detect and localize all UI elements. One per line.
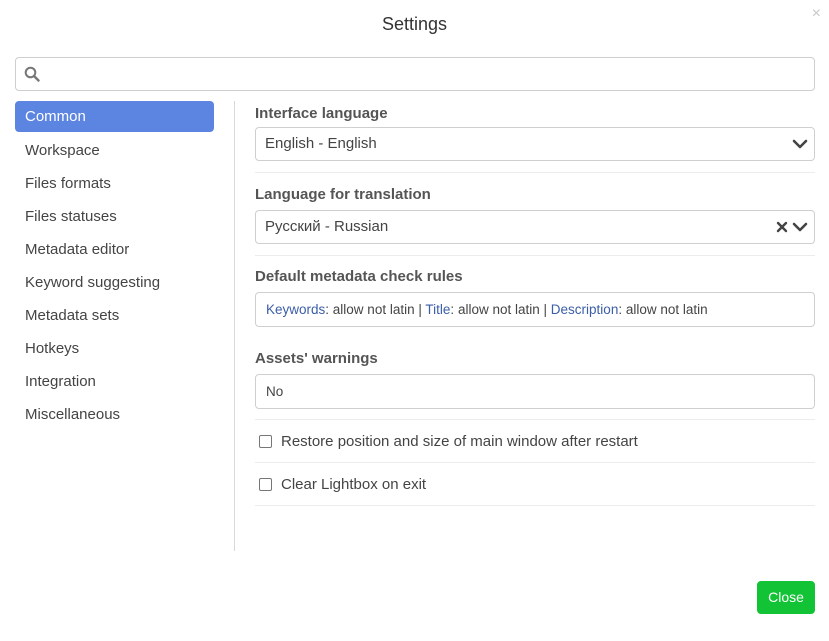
interface-language-label: Interface language [255,105,388,122]
rule-key: Description [550,302,619,317]
settings-dialog: Settings × Common Workspace Files format… [0,0,829,641]
search-input[interactable] [48,58,808,90]
close-icon[interactable]: × [812,5,821,23]
metadata-rules-label: Default metadata check rules [255,268,463,285]
sidebar-item-metadata-editor[interactable]: Metadata editor [15,233,214,266]
sidebar-item-files-statuses[interactable]: Files statuses [15,200,214,233]
interface-language-select[interactable]: English - English [255,127,815,161]
restore-position-option[interactable]: Restore position and size of main window… [255,420,815,462]
search-box[interactable] [15,57,815,91]
settings-sidebar: Common Workspace Files formats Files sta… [15,101,214,431]
assets-warnings-label: Assets' warnings [255,350,378,367]
sidebar-item-files-formats[interactable]: Files formats [15,167,214,200]
rule-separator: | [543,302,548,317]
chevron-down-icon[interactable] [792,220,808,234]
rule-key: Title [425,302,451,317]
rule-value: allow not latin [457,302,540,317]
sidebar-item-metadata-sets[interactable]: Metadata sets [15,299,214,332]
chevron-down-icon[interactable] [792,137,808,151]
sidebar-item-workspace[interactable]: Workspace [15,134,214,167]
translation-language-select[interactable]: Русский - Russian [255,210,815,244]
rule-separator: | [418,302,422,317]
rule-value: allow not latin [625,302,708,317]
restore-position-label: Restore position and size of main window… [281,432,638,450]
sidebar-item-keyword-suggesting[interactable]: Keyword suggesting [15,266,214,299]
sidebar-item-hotkeys[interactable]: Hotkeys [15,332,214,365]
divider [255,505,815,506]
rule-key: Keywords [266,302,326,317]
sidebar-item-common[interactable]: Common [15,101,214,132]
sidebar-item-integration[interactable]: Integration [15,365,214,398]
sidebar-item-miscellaneous[interactable]: Miscellaneous [15,398,214,431]
assets-warnings-value: No [266,384,284,399]
panel-divider [234,101,235,551]
divider [255,255,815,256]
clear-lightbox-label: Clear Lightbox on exit [281,475,427,493]
assets-warnings-field[interactable]: No [255,374,815,409]
translation-language-label: Language for translation [255,186,431,203]
interface-language-value: English - English [265,135,377,152]
clear-icon[interactable] [776,221,788,233]
metadata-rules-field[interactable]: Keywords: allow not latin | Title: allow… [255,292,815,327]
rule-value: allow not latin [332,302,415,317]
clear-lightbox-option[interactable]: Clear Lightbox on exit [255,463,815,505]
dialog-title: Settings [381,14,448,34]
translation-language-value: Русский - Russian [265,218,389,235]
search-icon [24,66,40,82]
settings-content: Interface language English - English Lan… [255,101,815,506]
clear-lightbox-checkbox[interactable] [259,477,272,491]
divider [255,172,815,173]
restore-position-checkbox[interactable] [259,434,272,448]
close-button[interactable]: Close [757,581,815,614]
